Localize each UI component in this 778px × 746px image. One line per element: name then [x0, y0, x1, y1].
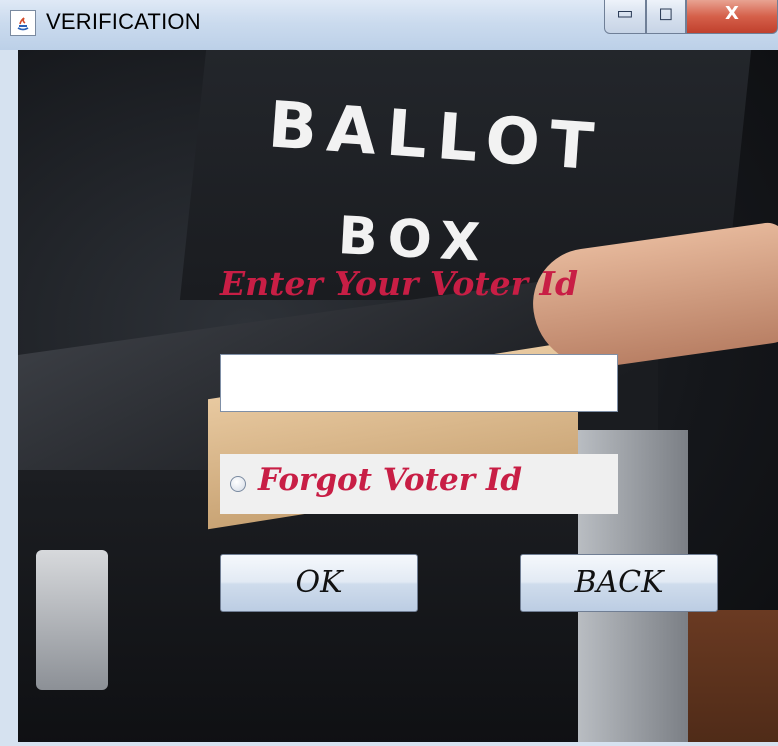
- title-bar: VERIFICATION ▭ ◻ X: [0, 0, 778, 50]
- forgot-voter-id-radio[interactable]: [230, 476, 246, 492]
- window-title: VERIFICATION: [46, 9, 201, 34]
- back-button[interactable]: BACK: [520, 554, 718, 612]
- java-app-icon: [10, 10, 36, 36]
- forgot-voter-id-option[interactable]: Forgot Voter Id: [220, 454, 618, 514]
- forgot-voter-id-label[interactable]: Forgot Voter Id: [258, 462, 522, 498]
- maximize-icon: ◻: [658, 3, 674, 24]
- minimize-icon: ▭: [616, 3, 634, 24]
- close-icon: X: [725, 3, 739, 24]
- voter-id-input[interactable]: [220, 354, 618, 412]
- voter-id-prompt: Enter Your Voter Id: [220, 264, 579, 303]
- window: VERIFICATION ▭ ◻ X BALLOT BOX Enter Your…: [0, 0, 778, 746]
- maximize-button[interactable]: ◻: [646, 0, 686, 34]
- ok-button[interactable]: OK: [220, 554, 418, 612]
- content-panel: BALLOT BOX Enter Your Voter Id Forgot Vo…: [18, 50, 778, 742]
- close-button[interactable]: X: [686, 0, 778, 34]
- box-latch: [36, 550, 108, 690]
- minimize-button[interactable]: ▭: [604, 0, 646, 34]
